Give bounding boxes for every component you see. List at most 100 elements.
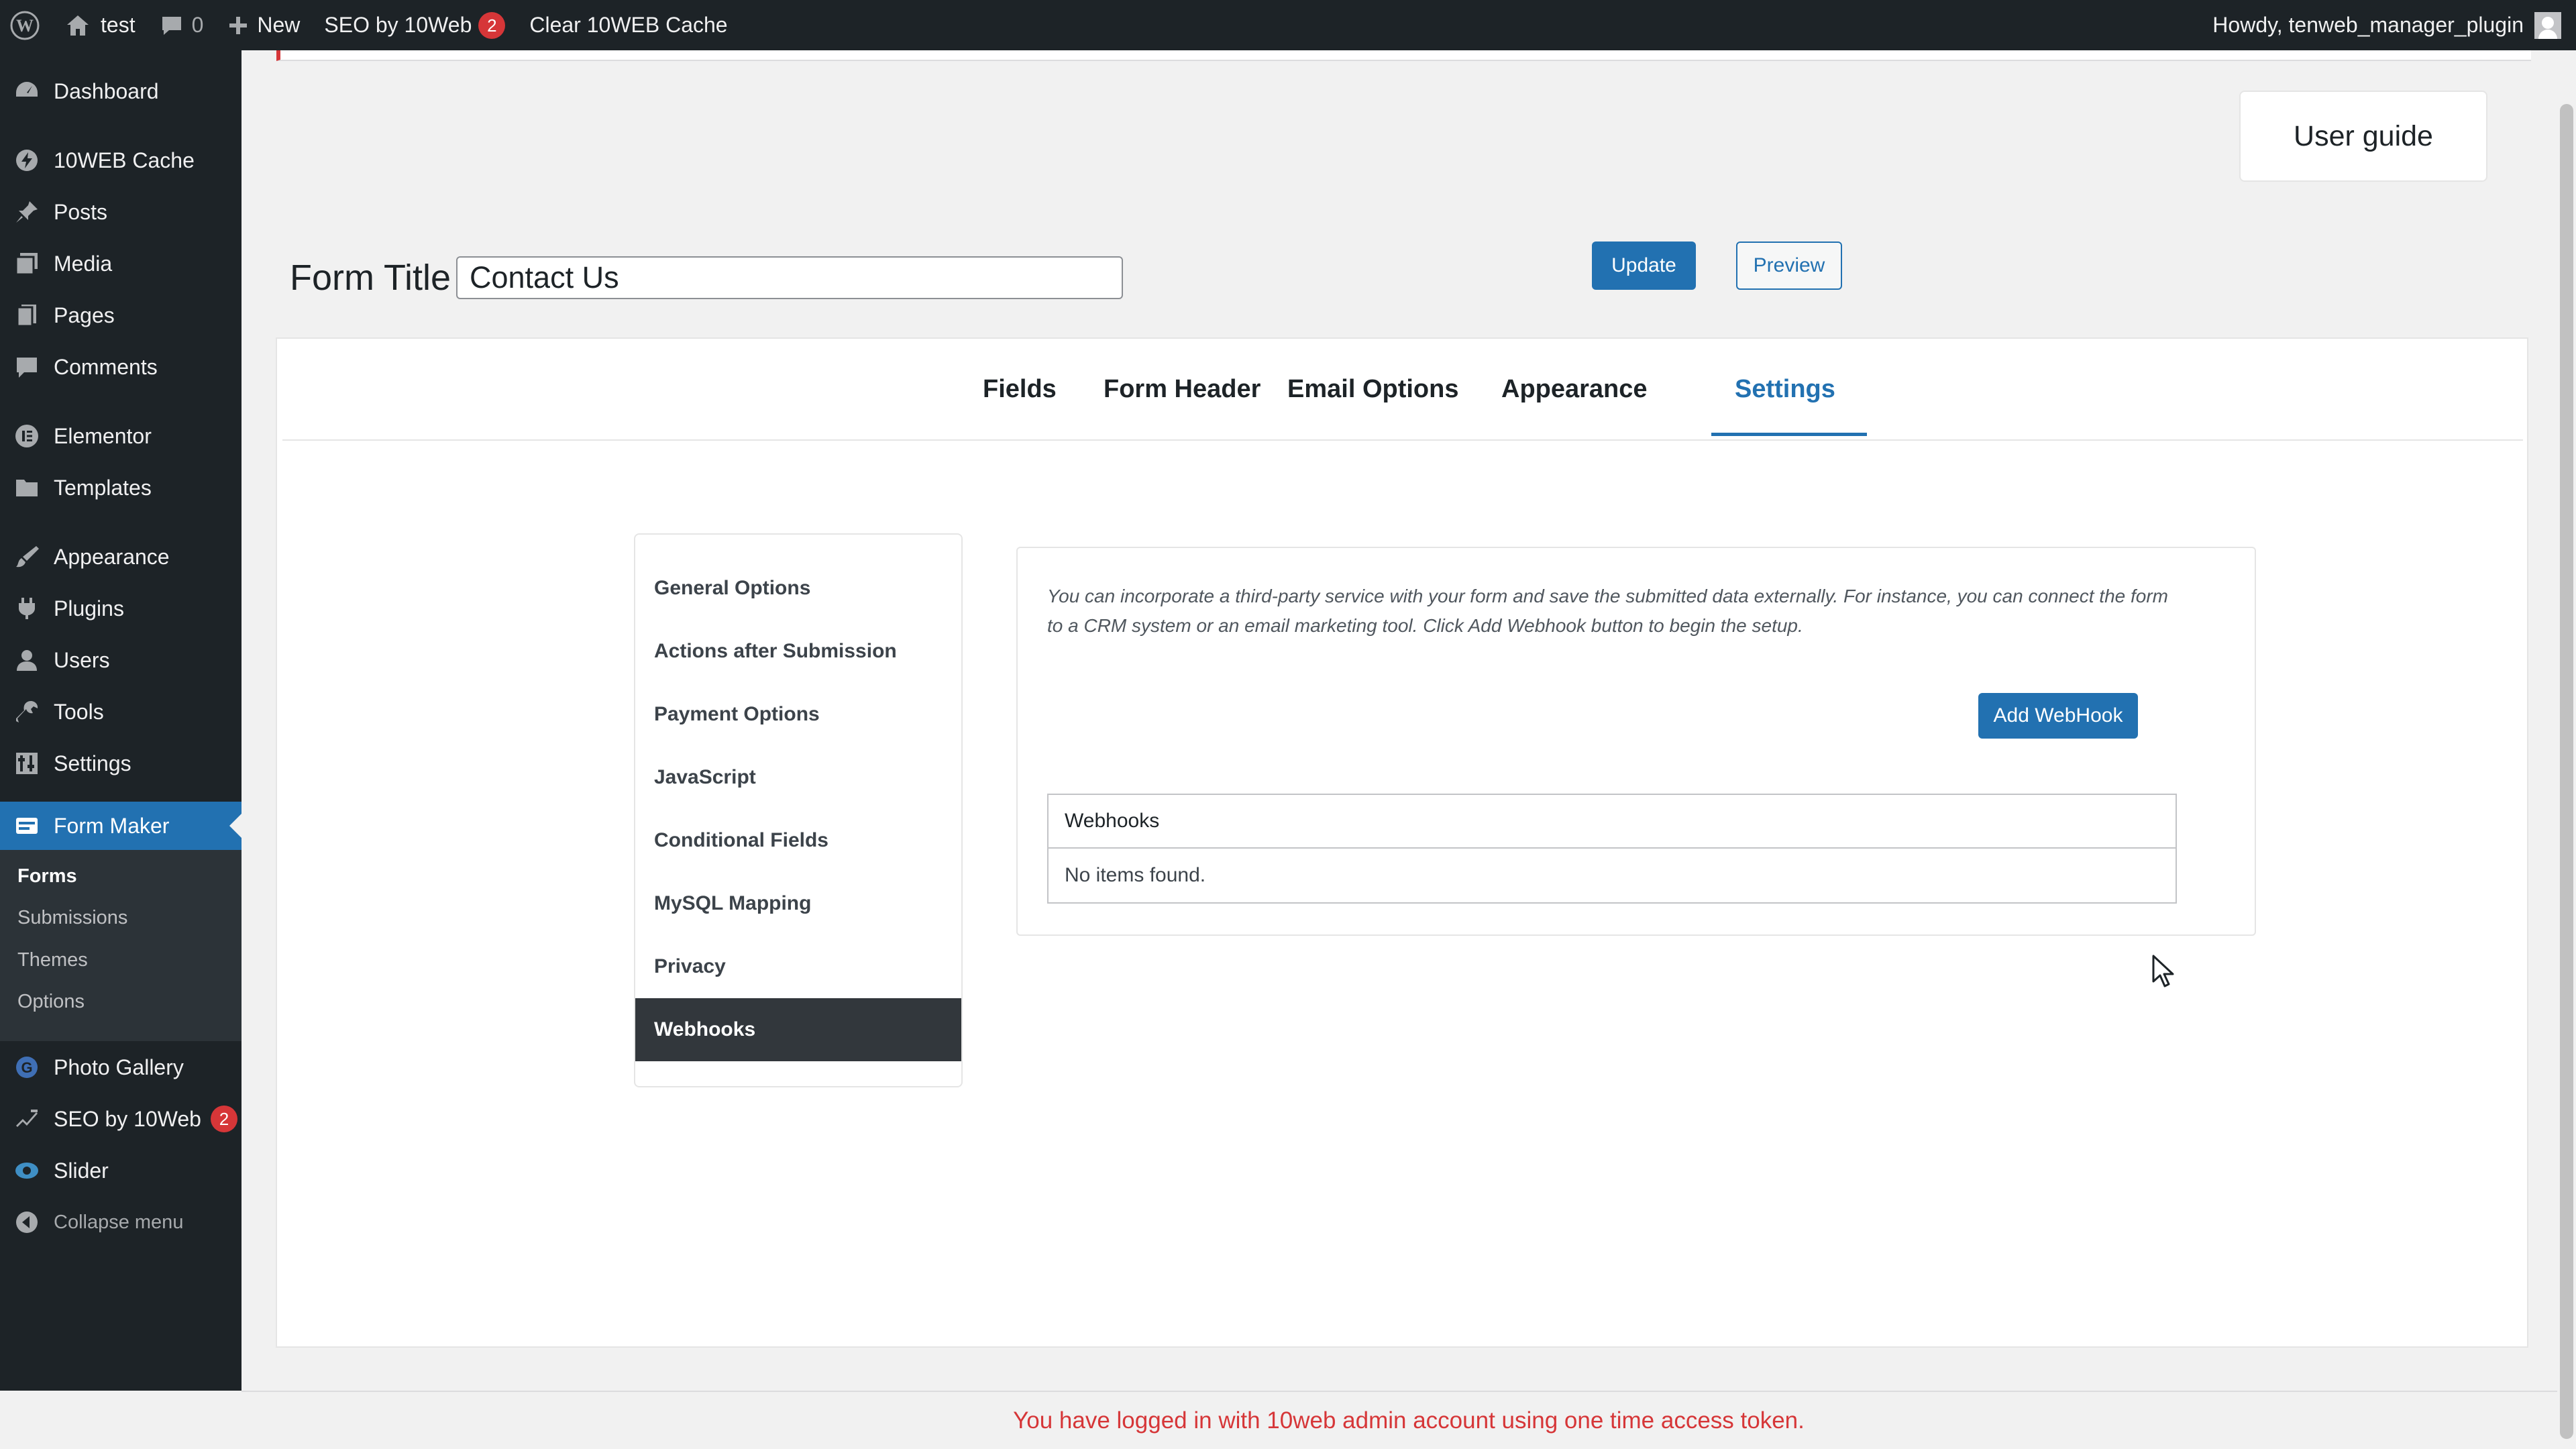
sidebar-item-photo-gallery[interactable]: G Photo Gallery: [0, 1043, 241, 1091]
site-name: test: [101, 13, 136, 37]
seo-icon: [12, 1104, 42, 1134]
sidebar-item-label: Settings: [54, 751, 131, 775]
plus-icon: [229, 16, 248, 34]
seo-count-badge: 2: [210, 1106, 237, 1132]
sidebar-item-plugins[interactable]: Plugins: [0, 584, 241, 633]
tab-form-header[interactable]: Form Header: [1104, 375, 1260, 404]
clear-cache-link[interactable]: Clear 10WEB Cache: [517, 0, 739, 50]
svg-text:G: G: [21, 1059, 32, 1076]
wrench-icon: [12, 697, 42, 727]
sidebar-item-label: Pages: [54, 303, 115, 327]
seo-link[interactable]: SEO by 10Web 2: [312, 0, 517, 50]
scrollbar[interactable]: [2557, 50, 2576, 1449]
sidebar-item-label: Photo Gallery: [54, 1055, 184, 1079]
pages-icon: [12, 301, 42, 330]
sidebar-item-appearance[interactable]: Appearance: [0, 533, 241, 581]
settings-nav-javascript[interactable]: JavaScript: [635, 746, 961, 809]
sidebar-item-10web-cache[interactable]: 10WEB Cache: [0, 136, 241, 184]
collapse-menu-button[interactable]: Collapse menu: [0, 1198, 241, 1246]
form-editor-panel: Fields Form Header Email Options Appeara…: [276, 337, 2528, 1348]
wordpress-logo-icon[interactable]: W: [0, 0, 52, 50]
sidebar-item-media[interactable]: Media: [0, 239, 241, 288]
settings-nav-general-options[interactable]: General Options: [635, 557, 961, 620]
sidebar-item-label: Elementor: [54, 423, 152, 448]
settings-nav-webhooks[interactable]: Webhooks: [635, 998, 961, 1061]
comment-icon: [12, 352, 42, 382]
gallery-icon: G: [12, 1053, 42, 1082]
sidebar-item-label: Form Maker: [54, 813, 170, 838]
site-name-link[interactable]: test: [52, 0, 148, 50]
sidebar-item-label: Collapse menu: [54, 1211, 184, 1233]
sidebar-item-label: Dashboard: [54, 78, 159, 103]
user-guide-button[interactable]: User guide: [2239, 91, 2487, 182]
tabs-bar: Fields Form Header Email Options Appeara…: [282, 339, 2523, 441]
sidebar-item-slider[interactable]: Slider: [0, 1146, 241, 1195]
sidebar-item-label: Slider: [54, 1158, 109, 1183]
sidebar-item-posts[interactable]: Posts: [0, 188, 241, 236]
sidebar-item-elementor[interactable]: Elementor: [0, 412, 241, 460]
login-token-notice: You have logged in with 10web admin acco…: [241, 1391, 2576, 1449]
form-title-input[interactable]: [456, 256, 1123, 299]
add-webhook-button[interactable]: Add WebHook: [1978, 693, 2138, 739]
new-label: New: [257, 13, 301, 37]
settings-nav-privacy[interactable]: Privacy: [635, 935, 961, 998]
sidebar-item-label: Plugins: [54, 596, 124, 621]
seo-badge: 2: [478, 11, 506, 39]
settings-nav-conditional-fields[interactable]: Conditional Fields: [635, 809, 961, 872]
sidebar-item-label: Users: [54, 647, 110, 672]
plug-icon: [12, 594, 42, 623]
update-button[interactable]: Update: [1592, 241, 1696, 290]
tab-fields[interactable]: Fields: [983, 375, 1057, 404]
tab-email-options[interactable]: Email Options: [1287, 375, 1458, 404]
comments-link[interactable]: 0: [148, 0, 216, 50]
tab-appearance[interactable]: Appearance: [1501, 375, 1648, 404]
settings-nav-actions-after-submission[interactable]: Actions after Submission: [635, 620, 961, 683]
sidebar-item-seo[interactable]: SEO by 10Web 2: [0, 1095, 241, 1143]
user-icon: [12, 645, 42, 675]
home-icon: [67, 15, 89, 36]
slider-icon: [12, 1156, 42, 1185]
submenu-item-submissions[interactable]: Submissions: [17, 907, 127, 929]
sidebar-item-label: Appearance: [54, 544, 170, 569]
settings-nav-mysql-mapping[interactable]: MySQL Mapping: [635, 872, 961, 935]
cache-icon: [12, 146, 42, 175]
dashboard-icon: [12, 76, 42, 106]
webhook-description: You can incorporate a third-party servic…: [1047, 586, 2168, 636]
account-menu[interactable]: Howdy, tenweb_manager_plugin: [2212, 0, 2561, 50]
sidebar-item-tools[interactable]: Tools: [0, 688, 241, 736]
collapse-icon: [12, 1208, 42, 1237]
sidebar-item-dashboard[interactable]: Dashboard: [0, 67, 241, 115]
sidebar-item-label: Tools: [54, 699, 104, 724]
media-icon: [12, 249, 42, 278]
active-tab-indicator: [1711, 433, 1867, 436]
scrollbar-thumb[interactable]: [2560, 104, 2573, 1439]
sidebar-item-comments[interactable]: Comments: [0, 343, 241, 391]
seo-label: SEO by 10Web: [324, 13, 472, 37]
sidebar-item-label: Posts: [54, 199, 108, 224]
sidebar-item-form-maker[interactable]: Form Maker: [0, 802, 241, 850]
submenu-item-options[interactable]: Options: [17, 991, 85, 1013]
submenu-item-themes[interactable]: Themes: [17, 949, 88, 971]
sidebar-item-settings[interactable]: Settings: [0, 739, 241, 788]
submenu-item-forms[interactable]: Forms: [17, 865, 77, 888]
settings-nav: General Options Actions after Submission…: [634, 533, 963, 1087]
sidebar-item-users[interactable]: Users: [0, 636, 241, 684]
settings-icon: [12, 749, 42, 778]
avatar: [2534, 11, 2561, 39]
notice-edge: [276, 50, 2531, 61]
settings-nav-payment-options[interactable]: Payment Options: [635, 683, 961, 746]
sidebar-item-label: 10WEB Cache: [54, 148, 195, 172]
sidebar-item-label: Comments: [54, 354, 158, 379]
sidebar-item-pages[interactable]: Pages: [0, 291, 241, 339]
folder-icon: [12, 473, 42, 502]
webhooks-table: Webhooks No items found.: [1047, 794, 2177, 904]
tab-settings[interactable]: Settings: [1735, 375, 1835, 404]
sidebar-item-label: SEO by 10Web: [54, 1106, 201, 1131]
sidebar-item-templates[interactable]: Templates: [0, 464, 241, 512]
clear-cache-label: Clear 10WEB Cache: [529, 13, 728, 37]
new-content-link[interactable]: New: [215, 0, 312, 50]
preview-button[interactable]: Preview: [1736, 241, 1842, 290]
form-icon: [12, 811, 42, 841]
admin-bar: W test 0 New SEO by 10Web 2 Clear 10WEB …: [0, 0, 2576, 50]
elementor-icon: [12, 421, 42, 451]
